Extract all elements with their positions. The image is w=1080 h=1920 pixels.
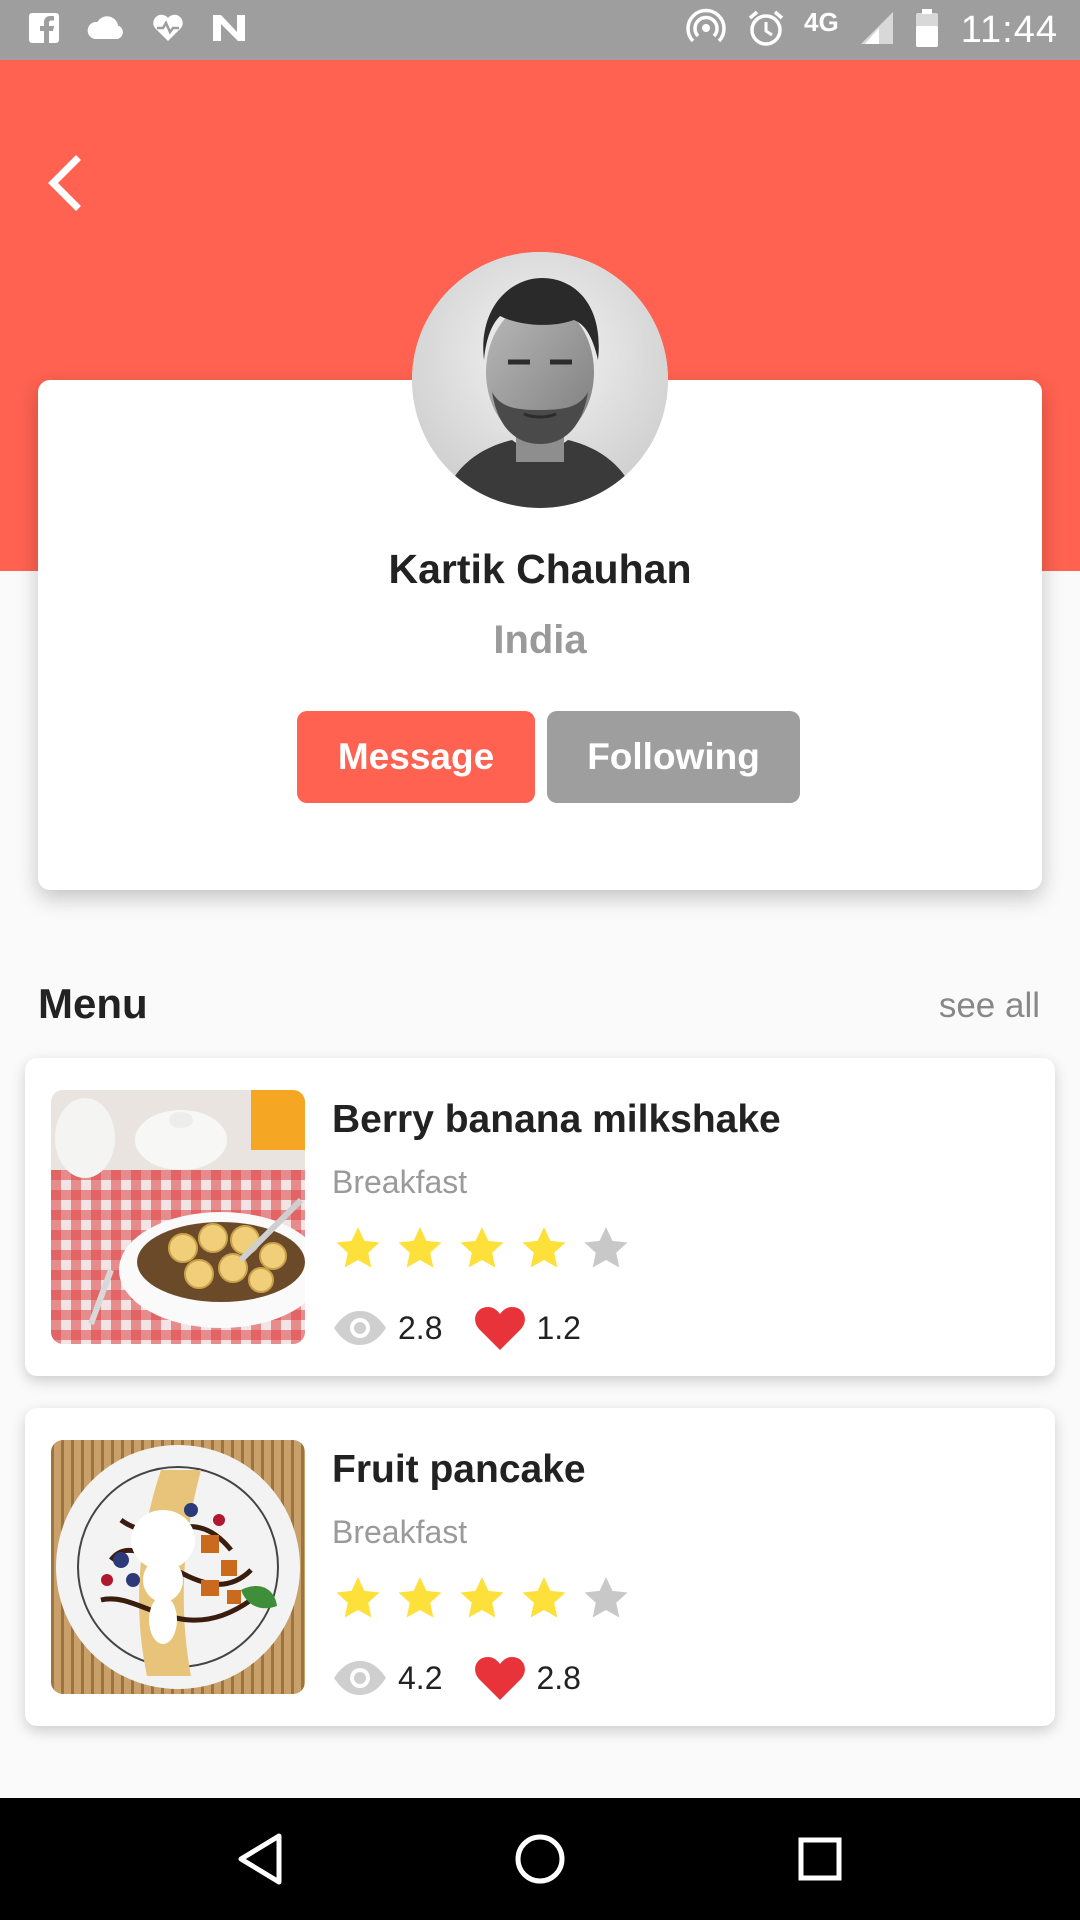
menu-item-card[interactable]: Fruit pancake Breakfast 4.2 2.8 bbox=[25, 1408, 1055, 1726]
menu-item-card[interactable]: Berry banana milkshake Breakfast 2.8 1.2 bbox=[25, 1058, 1055, 1376]
nav-recents-button[interactable] bbox=[775, 1814, 865, 1904]
star-empty-icon bbox=[580, 1220, 642, 1278]
star-filled-icon bbox=[332, 1220, 394, 1278]
nav-back-button[interactable] bbox=[215, 1814, 305, 1904]
star-rating bbox=[332, 1220, 642, 1278]
star-filled-icon bbox=[456, 1570, 518, 1628]
star-filled-icon bbox=[394, 1570, 456, 1628]
message-button[interactable]: Message bbox=[297, 711, 535, 803]
menu-title: Menu bbox=[38, 980, 148, 1027]
food-image bbox=[51, 1440, 305, 1694]
food-image bbox=[51, 1090, 305, 1344]
battery-icon bbox=[915, 8, 939, 53]
food-title: Fruit pancake bbox=[332, 1448, 586, 1491]
heartbeat-icon bbox=[152, 13, 184, 48]
food-category: Breakfast bbox=[332, 1164, 468, 1200]
views-count: 4.2 bbox=[398, 1659, 443, 1696]
back-triangle-icon bbox=[238, 1833, 282, 1885]
profile-name: Kartik Chauhan bbox=[388, 546, 692, 592]
views-count: 2.8 bbox=[398, 1309, 443, 1346]
signal-icon bbox=[859, 10, 895, 51]
star-filled-icon bbox=[518, 1570, 580, 1628]
facebook-icon bbox=[28, 12, 60, 49]
chevron-left-icon bbox=[48, 155, 81, 211]
likes-count: 1.2 bbox=[536, 1309, 581, 1346]
star-empty-icon bbox=[580, 1570, 642, 1628]
clock: 11:44 bbox=[960, 8, 1058, 51]
status-bar: 4G 11:44 bbox=[0, 0, 1080, 60]
back-button[interactable] bbox=[32, 148, 96, 218]
star-rating bbox=[332, 1570, 642, 1628]
star-filled-icon bbox=[394, 1220, 456, 1278]
home-circle-icon bbox=[515, 1834, 565, 1884]
status-left-icons bbox=[28, 12, 274, 49]
food-title: Berry banana milkshake bbox=[332, 1098, 781, 1141]
likes-count: 2.8 bbox=[536, 1659, 581, 1696]
food-category: Breakfast bbox=[332, 1514, 468, 1550]
following-button[interactable]: Following bbox=[547, 711, 800, 803]
heart-icon[interactable] bbox=[474, 1655, 526, 1701]
food-stats: 2.8 1.2 bbox=[332, 1300, 613, 1356]
star-filled-icon bbox=[332, 1570, 394, 1628]
star-filled-icon bbox=[518, 1220, 580, 1278]
star-filled-icon bbox=[456, 1220, 518, 1278]
cloud-icon bbox=[86, 15, 126, 46]
food-stats: 4.2 2.8 bbox=[332, 1650, 613, 1706]
profile-location: India bbox=[493, 618, 587, 662]
nav-home-button[interactable] bbox=[495, 1814, 585, 1904]
heart-icon[interactable] bbox=[474, 1305, 526, 1351]
eye-icon bbox=[332, 1658, 388, 1698]
navigation-bar bbox=[0, 1798, 1080, 1920]
eye-icon bbox=[332, 1308, 388, 1348]
n-icon bbox=[210, 12, 248, 49]
hotspot-icon bbox=[686, 8, 726, 53]
status-right-icons: 4G 11:44 bbox=[666, 6, 1058, 53]
network-type: 4G bbox=[804, 6, 839, 37]
recents-square-icon bbox=[798, 1837, 842, 1881]
avatar[interactable] bbox=[412, 252, 668, 508]
alarm-icon bbox=[746, 8, 786, 53]
see-all-link[interactable]: see all bbox=[939, 986, 1040, 1026]
